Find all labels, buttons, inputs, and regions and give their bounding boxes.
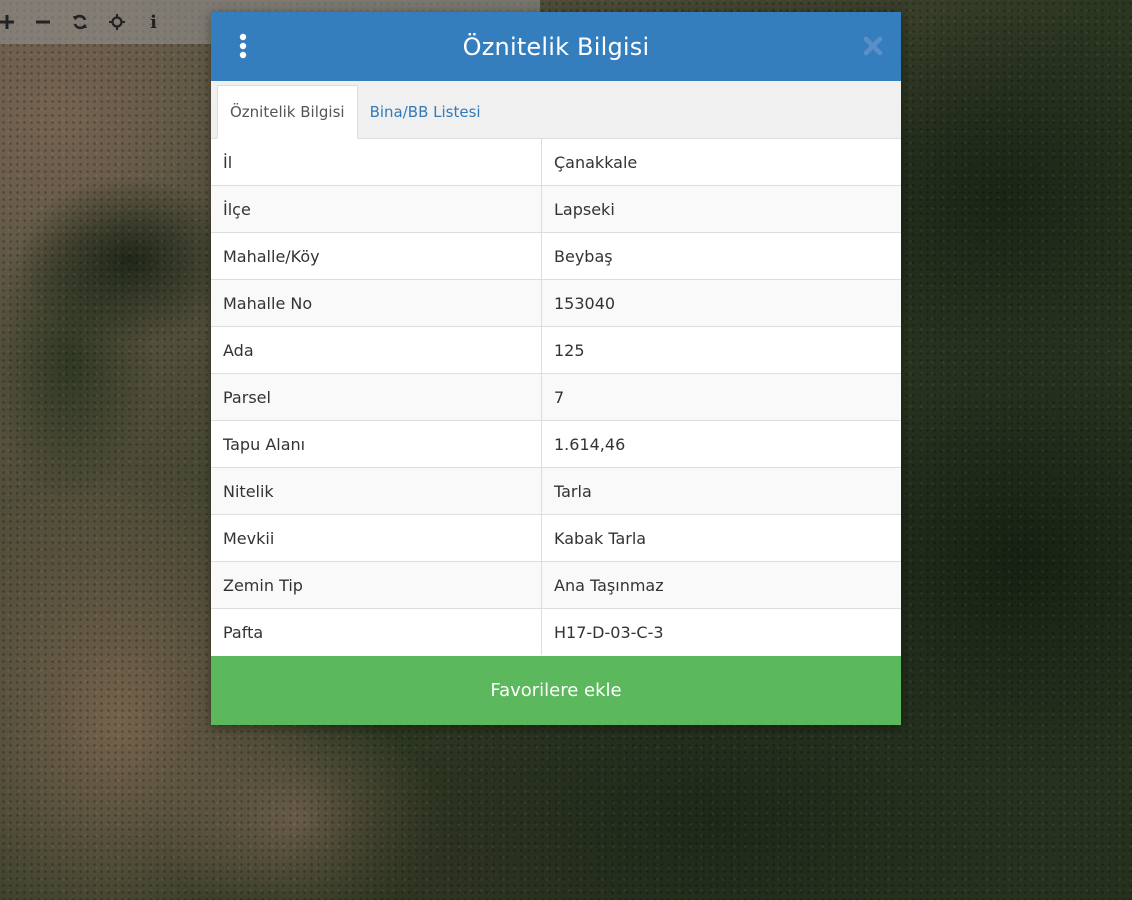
minus-icon [35, 20, 50, 24]
row-value: H17-D-03-C-3 [541, 608, 901, 655]
info-button[interactable]: i [135, 0, 172, 44]
row-value: 125 [541, 326, 901, 374]
row-key: Nitelik [211, 467, 542, 515]
row-key: Mevkii [211, 514, 542, 562]
row-key: Parsel [211, 373, 542, 421]
table-row: Mevkii Kabak Tarla [211, 514, 901, 562]
table-row: Mahalle No 153040 [211, 279, 901, 327]
table-row: İl Çanakkale [211, 139, 901, 186]
info-icon: i [150, 11, 157, 33]
refresh-icon [72, 14, 87, 30]
row-value: Lapseki [541, 185, 901, 233]
row-key: Tapu Alanı [211, 420, 542, 468]
row-value: Kabak Tarla [541, 514, 901, 562]
table-row: Zemin Tip Ana Taşınmaz [211, 561, 901, 609]
row-value: Tarla [541, 467, 901, 515]
dialog-header: Öznitelik Bilgisi [211, 12, 901, 81]
table-row: Parsel 7 [211, 373, 901, 421]
row-value: 7 [541, 373, 901, 421]
tab-attribute-info[interactable]: Öznitelik Bilgisi [217, 85, 358, 139]
zoom-in-button[interactable] [0, 0, 24, 44]
dialog-title: Öznitelik Bilgisi [462, 32, 650, 61]
row-key: Zemin Tip [211, 561, 542, 609]
row-value: Ana Taşınmaz [541, 561, 901, 609]
row-value: Beybaş [541, 232, 901, 280]
row-value: Çanakkale [554, 152, 638, 172]
locate-button[interactable] [98, 0, 135, 44]
row-value: 153040 [541, 279, 901, 327]
zoom-out-button[interactable] [24, 0, 61, 44]
table-row: Pafta H17-D-03-C-3 [211, 608, 901, 655]
row-key: Pafta [211, 608, 542, 655]
row-key: İlçe [211, 185, 542, 233]
row-value: 1.614,46 [541, 420, 901, 468]
vertical-dots-icon [239, 33, 247, 59]
table-row: Nitelik Tarla [211, 467, 901, 515]
close-button[interactable] [861, 34, 885, 58]
row-key: Mahalle No [211, 279, 542, 327]
menu-button[interactable] [231, 32, 255, 62]
table-row: Mahalle/Köy Beybaş [211, 232, 901, 280]
tab-bar: Öznitelik Bilgisi Bina/BB Listesi [211, 81, 901, 139]
row-key: Mahalle/Köy [211, 232, 542, 280]
row-key: Ada [211, 326, 542, 374]
add-to-favorites-button[interactable]: Favorilere ekle [211, 656, 901, 725]
table-row: İlçe Lapseki [211, 185, 901, 233]
refresh-button[interactable] [61, 0, 98, 44]
plus-icon [0, 15, 14, 29]
row-key: İl [211, 139, 542, 186]
locate-icon [108, 14, 125, 30]
attribute-dialog: Öznitelik Bilgisi Öznitelik Bilgisi Bina… [211, 12, 901, 725]
table-row: Ada 125 [211, 326, 901, 374]
table-row: Tapu Alanı 1.614,46 [211, 420, 901, 468]
close-icon [863, 36, 883, 56]
attribute-table: İl Çanakkale İlçe Lapseki Mahalle/Köy Be… [211, 139, 901, 655]
tab-building-list[interactable]: Bina/BB Listesi [358, 86, 493, 138]
